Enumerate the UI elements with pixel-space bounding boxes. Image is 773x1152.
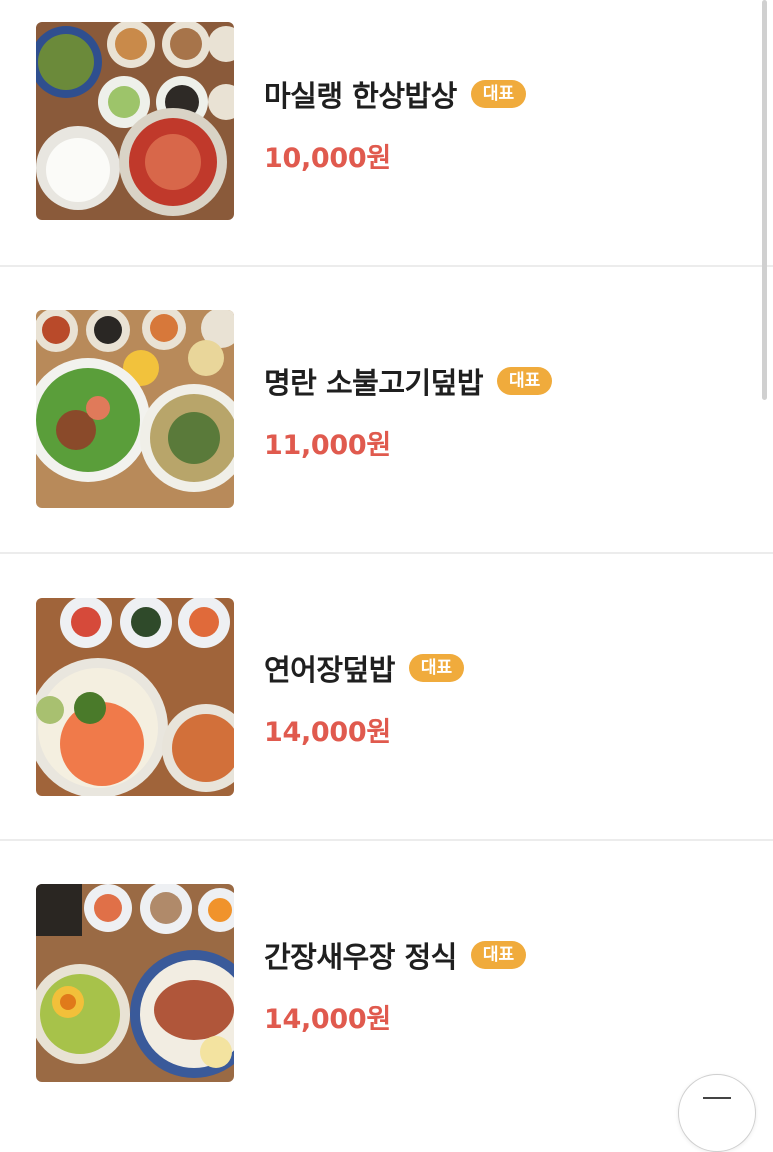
bulgogi-rice-bowl-photo-icon — [36, 310, 234, 508]
menu-info: 명란 소불고기덮밥 대표 11,000원 — [264, 361, 553, 462]
signature-badge: 대표 — [408, 654, 465, 682]
menu-item[interactable]: 간장새우장 정식 대표 14,000원 — [0, 841, 773, 1128]
menu-item[interactable]: 연어장덮밥 대표 14,000원 — [0, 554, 773, 841]
menu-info: 연어장덮밥 대표 14,000원 — [264, 648, 465, 749]
korean-meal-set-photo-icon — [36, 22, 234, 220]
signature-badge: 대표 — [470, 80, 527, 108]
menu-name: 명란 소불고기덮밥 — [264, 366, 484, 400]
food-photo[interactable] — [36, 884, 234, 1082]
menu-info: 간장새우장 정식 대표 14,000원 — [264, 935, 527, 1036]
name-row: 마실랭 한상밥상 대표 — [264, 74, 527, 114]
name-row: 연어장덮밥 대표 — [264, 648, 465, 688]
menu-price: 14,000원 — [264, 717, 391, 748]
menu-name: 연어장덮밥 — [264, 653, 395, 687]
name-row: 간장새우장 정식 대표 — [264, 935, 527, 975]
menu-price: 11,000원 — [264, 430, 391, 461]
menu-info: 마실랭 한상밥상 대표 10,000원 — [264, 74, 527, 175]
soy-shrimp-set-photo-icon — [36, 884, 234, 1082]
menu-name: 마실랭 한상밥상 — [264, 79, 457, 113]
scrollbar[interactable] — [762, 0, 767, 400]
signature-badge: 대표 — [497, 367, 553, 395]
food-photo[interactable] — [36, 598, 234, 796]
salmon-rice-bowl-photo-icon — [36, 598, 234, 796]
signature-badge: 대표 — [470, 941, 527, 969]
menu-price: 14,000원 — [264, 1004, 391, 1035]
name-row: 명란 소불고기덮밥 대표 — [264, 361, 553, 401]
menu-item[interactable]: 마실랭 한상밥상 대표 10,000원 — [0, 0, 773, 287]
scroll-to-top-button[interactable] — [678, 1074, 756, 1152]
food-photo[interactable] — [36, 310, 234, 508]
menu-price: 10,000원 — [264, 143, 391, 174]
menu-name: 간장새우장 정식 — [264, 940, 457, 974]
menu-item[interactable]: 명란 소불고기덮밥 대표 11,000원 — [0, 267, 773, 554]
food-photo[interactable] — [36, 22, 234, 220]
